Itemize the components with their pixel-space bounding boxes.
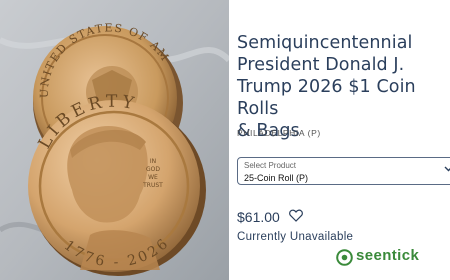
mint-location: PHILADELPHIA (P) (237, 128, 321, 138)
availability-status: Currently Unavailable (237, 231, 354, 243)
motto-line: IN (150, 158, 156, 165)
select-label: Select Product (244, 161, 297, 170)
product-photo: UNITED STATES OF AMERICA LIBERTY 1776 - … (0, 0, 229, 280)
product-title-line: Semiquincentennial (237, 33, 413, 53)
price: $61.00 (237, 209, 280, 225)
heart-outline-icon[interactable] (289, 209, 303, 222)
select-value: 25-Coin Roll (P) (244, 173, 309, 183)
product-title: Semiquincentennial President Donald J. T… (237, 32, 450, 142)
motto-line: GOD (146, 166, 160, 173)
watermark-text: seentick (356, 247, 420, 264)
motto-line: TRUST (142, 182, 163, 189)
watermark: seentick (336, 247, 446, 269)
product-details: Semiquincentennial President Donald J. T… (229, 0, 450, 280)
product-title-line: Trump 2026 $1 Coin Rolls (237, 77, 416, 119)
eye-logo-icon (336, 249, 353, 266)
chevron-down-icon (444, 166, 450, 172)
product-title-line: President Donald J. (237, 55, 405, 75)
motto-line: WE (148, 174, 158, 181)
product-select[interactable]: Select Product 25-Coin Roll (P) (237, 157, 450, 185)
